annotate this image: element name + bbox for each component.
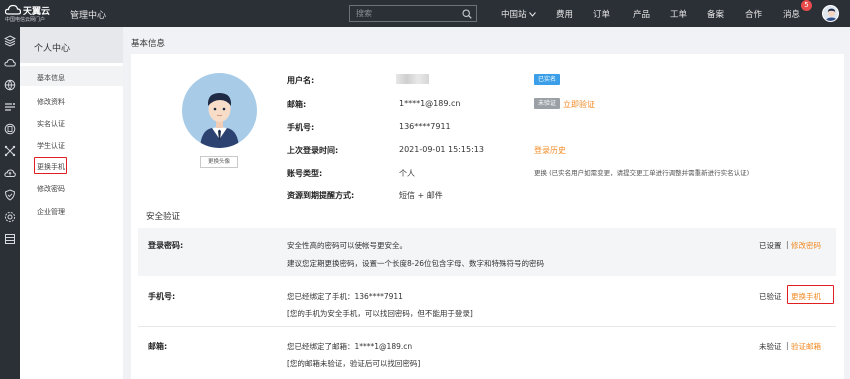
nav-billing[interactable]: 费用: [556, 8, 573, 20]
logo[interactable]: 天翼云 中国电信云网门户: [4, 3, 52, 24]
phone-row-line2: [您的手机为安全手机，可以找回密码，但不能用于登录]: [287, 309, 473, 318]
username-label: 用户名:: [287, 76, 315, 85]
username-value-redacted: [396, 74, 429, 84]
email-label: 邮箱:: [287, 100, 307, 109]
verified-badge: 已实名: [534, 74, 561, 85]
sidebar-item-real-name[interactable]: 实名认证: [37, 119, 65, 129]
separator: |: [786, 240, 789, 249]
top-bar: 天翼云 中国电信云网门户 管理中心 中国站 费用 订单 产品 工单 备案 合作 …: [0, 0, 850, 27]
last-login-label: 上次登录时间:: [287, 146, 339, 155]
highlight-box-change-phone: [787, 285, 834, 304]
account-type-label: 账号类型:: [287, 169, 323, 178]
sidebar-item-student[interactable]: 学生认证: [37, 141, 65, 151]
profile-avatar: [182, 73, 257, 148]
server-icon[interactable]: [4, 101, 16, 113]
verify-now-link[interactable]: 立即验证: [563, 99, 595, 110]
email-status: 未验证: [759, 342, 782, 351]
account-type-value: 个人: [399, 169, 415, 178]
reminder-value: 短信 + 邮件: [399, 191, 443, 200]
phone-row-line1: 您已经绑定了手机：136****7911: [287, 292, 403, 301]
user-avatar-icon: [825, 8, 838, 21]
logo-subtitle: 中国电信云网门户: [5, 17, 46, 23]
row-divider: [138, 326, 836, 327]
globe-icon[interactable]: [4, 79, 16, 91]
phone-row-label: 手机号:: [148, 292, 176, 301]
product-icon-bar: [0, 27, 20, 379]
password-row-line1: 安全性高的密码可以使帐号更安全。: [287, 241, 407, 250]
search-input[interactable]: [350, 6, 460, 21]
sidebar-item-enterprise[interactable]: 企业管理: [37, 207, 65, 217]
email-row-label: 邮箱:: [148, 342, 168, 351]
nav-tickets[interactable]: 工单: [670, 8, 687, 20]
storage-icon[interactable]: [4, 233, 16, 245]
email-row-line2: [您的邮箱未验证，验证后可以找回密码]: [287, 359, 421, 368]
message-count-badge: 5: [801, 0, 812, 11]
nav-partner[interactable]: 合作: [745, 8, 762, 20]
phone-value: 136****7911: [399, 122, 451, 131]
change-password-link[interactable]: 修改密码: [791, 240, 821, 251]
reminder-label: 资源到期提醒方式:: [287, 191, 355, 200]
sidebar-item-basic-info[interactable]: 基本信息: [37, 73, 65, 83]
sidebar-heading: 个人中心: [20, 27, 123, 63]
layers-icon[interactable]: [4, 35, 16, 47]
account-type-note[interactable]: 更换 (已实名用户如需变更，请提交更工单进行调整并需重新进行实名认证): [534, 167, 749, 177]
page-title: 基本信息: [131, 39, 166, 49]
cloud-icon[interactable]: [4, 57, 16, 69]
verify-email-link[interactable]: 验证邮箱: [791, 341, 821, 352]
database-icon[interactable]: [4, 123, 16, 135]
sidebar-item-change-password[interactable]: 修改密码: [37, 184, 65, 194]
phone-status: 已验证: [759, 292, 782, 301]
cloud-upload-icon[interactable]: [4, 167, 16, 179]
shield-icon[interactable]: [4, 189, 16, 201]
highlight-box-sidebar: [34, 157, 67, 174]
nav-filing[interactable]: 备案: [707, 8, 724, 20]
search-box[interactable]: [349, 5, 477, 22]
unverified-badge: 未验证: [534, 98, 561, 109]
email-value: 1****1@189.cn: [399, 99, 461, 108]
phone-label: 手机号:: [287, 123, 315, 132]
nav-orders[interactable]: 订单: [593, 8, 610, 20]
change-avatar-button[interactable]: 更换头像: [200, 156, 238, 168]
nav-messages[interactable]: 消息: [783, 8, 800, 20]
nav-products[interactable]: 产品: [633, 8, 650, 20]
user-avatar[interactable]: [822, 5, 839, 22]
sidebar-active-highlight: [20, 66, 123, 86]
cloud-logo-icon: [5, 4, 21, 15]
separator: |: [786, 341, 789, 350]
settings-icon[interactable]: [4, 211, 16, 223]
security-section-title: 安全验证: [146, 212, 181, 222]
password-row-label: 登录密码:: [148, 241, 184, 250]
personal-center-sidebar: 个人中心 基本信息 修改资料 实名认证 学生认证 更换手机 修改密码 企业管理: [20, 27, 123, 379]
login-history-link[interactable]: 登录历史: [534, 145, 566, 156]
password-status: 已设置: [759, 241, 782, 250]
console-title[interactable]: 管理中心: [70, 8, 106, 21]
chevron-down-icon: [529, 12, 537, 17]
profile-avatar-icon: [200, 93, 239, 148]
network-icon[interactable]: [4, 145, 16, 157]
nav-region[interactable]: 中国站: [501, 8, 537, 20]
search-icon[interactable]: [462, 9, 472, 19]
last-login-value: 2021-09-01 15:15:13: [399, 145, 484, 154]
sidebar-item-edit-profile[interactable]: 修改资料: [37, 97, 65, 107]
password-row-line2: 建议您定期更换密码，设置一个长度8-26位包含字母、数字和特殊符号的密码: [287, 259, 545, 268]
email-row-line1: 您已经绑定了邮箱：1****1@189.cn: [287, 342, 413, 351]
